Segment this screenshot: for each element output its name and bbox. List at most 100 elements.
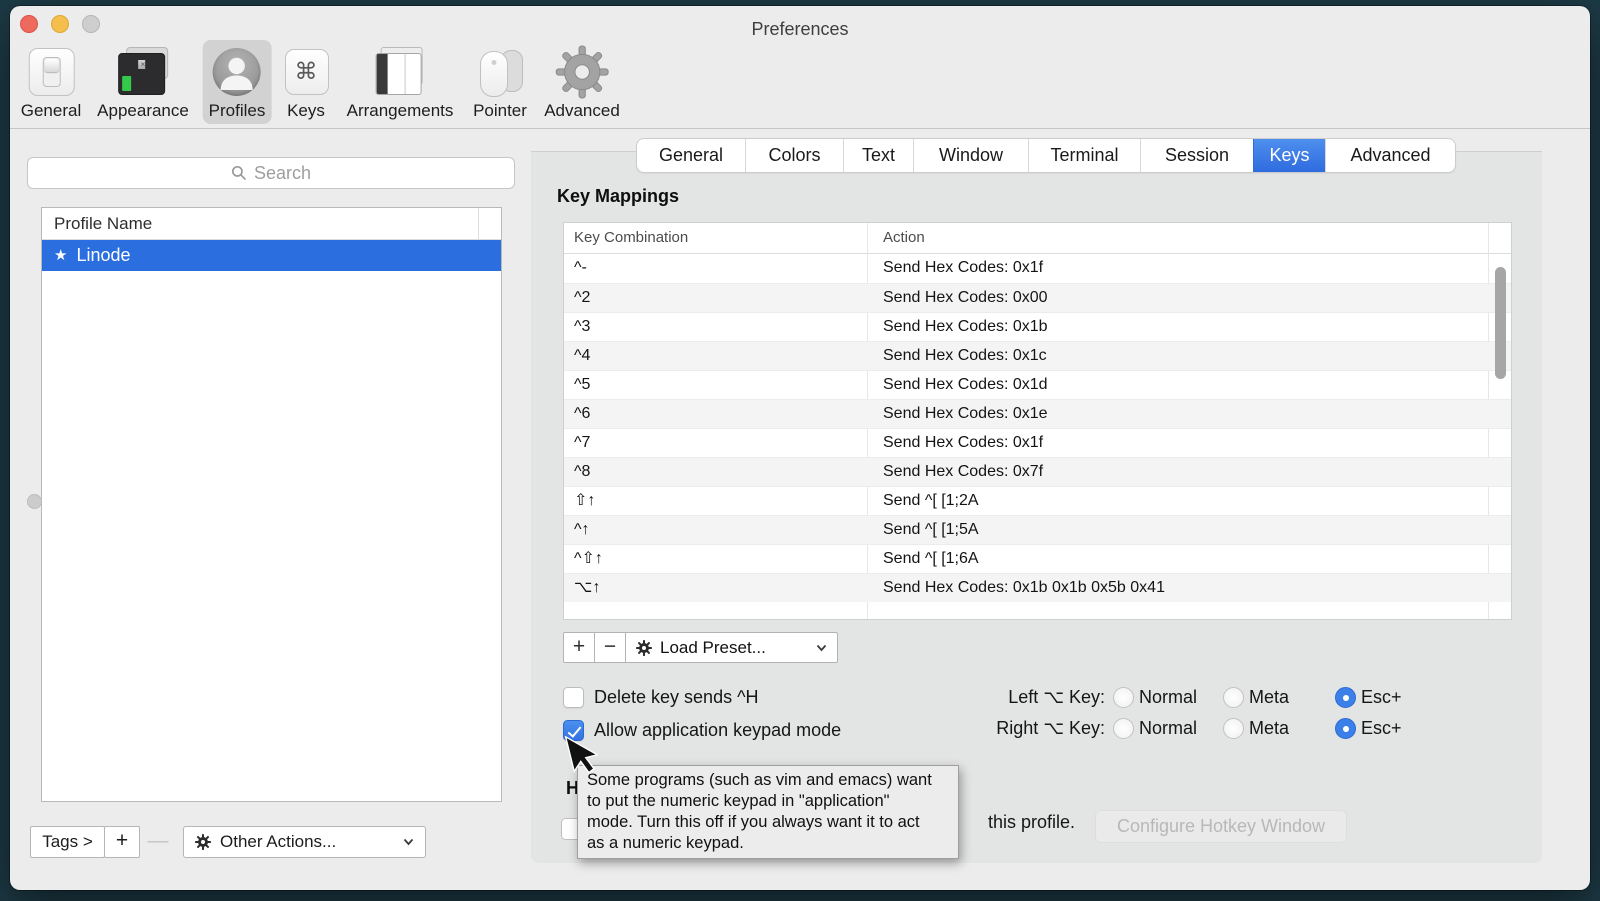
key-combination-cell: ^4 [574,342,590,370]
key-mapping-controls: + − Load Preset... [563,632,838,663]
toolbar-item-keys[interactable]: ⌘ Keys [273,40,339,124]
key-combination-cell: ^2 [574,284,590,312]
chevron-down-icon [403,838,414,846]
delete-key-label: Delete key sends ^H [594,687,759,708]
window-title: Preferences [10,19,1590,40]
key-combination-cell: ⇧↑ [574,487,595,515]
table-row[interactable]: ^6 Send Hex Codes: 0x1e [564,399,1511,428]
gear-icon [195,834,211,850]
table-row[interactable]: ^5 Send Hex Codes: 0x1d [564,370,1511,399]
gear-icon [636,640,652,656]
table-header[interactable]: Key Combination Action [564,223,1511,254]
tab-general[interactable]: General [637,139,745,172]
tab-colors[interactable]: Colors [745,139,843,172]
toolbar-item-advanced[interactable]: Advanced [538,40,626,124]
key-combination-cell: ⌥↑ [574,574,600,602]
table-row[interactable]: ⌥↑ Send Hex Codes: 0x1b 0x1b 0x5b 0x41 [564,573,1511,602]
table-row[interactable]: ^7 Send Hex Codes: 0x1f [564,428,1511,457]
left-option-esc-radio[interactable] [1335,687,1356,708]
right-option-esc-radio[interactable] [1335,718,1356,739]
key-combination-cell: ^7 [574,429,590,457]
remove-profile-button: — [140,826,176,858]
tab-session[interactable]: Session [1140,139,1253,172]
action-cell: Send ^[ [1;2A [883,487,979,515]
chevron-down-icon [816,644,827,652]
toolbar-item-general[interactable]: General [15,40,87,124]
keys-icon: ⌘ [279,44,333,100]
tab-window[interactable]: Window [913,139,1028,172]
table-row[interactable]: ^- Send Hex Codes: 0x1f [564,254,1511,283]
toolbar-item-appearance[interactable]: × Appearance [91,40,195,124]
configure-hotkey-window-button: Configure Hotkey Window [1095,810,1347,843]
load-preset-dropdown[interactable]: Load Preset... [625,632,838,663]
tab-terminal[interactable]: Terminal [1028,139,1140,172]
left-option-key-label: Left ⌥ Key: [935,687,1105,708]
toolbar: General × Appearance Profiles ⌘ [10,38,1590,129]
tab-text[interactable]: Text [843,139,913,172]
tags-button[interactable]: Tags > [30,826,105,858]
key-combination-cell: ^↑ [574,516,590,544]
command-symbol: ⌘ [279,58,333,85]
pointer-icon [473,44,527,100]
action-cell: Send Hex Codes: 0x1c [883,342,1047,370]
profile-list-header[interactable]: Profile Name [42,208,501,240]
profile-row-linode[interactable]: ★ Linode [42,240,501,271]
general-icon [24,44,78,100]
action-cell: Send Hex Codes: 0x00 [883,284,1048,312]
search-input[interactable]: Search [27,157,515,189]
key-combination-cell: ^8 [574,458,590,486]
action-cell: Send ^[ [1;6A [883,545,979,573]
action-cell: Send Hex Codes: 0x1f [883,254,1043,282]
titlebar[interactable]: Preferences [10,6,1590,40]
right-option-normal-radio[interactable] [1113,718,1134,739]
table-row[interactable]: ⇧↑ Send ^[ [1;2A [564,486,1511,515]
remove-mapping-button[interactable]: − [594,632,626,663]
advanced-icon [555,44,609,100]
right-option-key-label: Right ⌥ Key: [935,718,1105,739]
toolbar-item-pointer[interactable]: Pointer [467,40,533,124]
delete-key-checkbox[interactable] [563,687,584,708]
table-row[interactable]: ^8 Send Hex Codes: 0x7f [564,457,1511,486]
add-mapping-button[interactable]: + [563,632,595,663]
preferences-window: Preferences General × Appearance [10,6,1590,890]
key-combination-cell: ^5 [574,371,590,399]
search-placeholder: Search [254,163,311,184]
other-actions-dropdown[interactable]: Other Actions... [183,826,426,858]
tab-keys[interactable]: Keys [1253,139,1325,172]
scrollbar-thumb[interactable] [1495,267,1506,379]
table-row[interactable]: ^↑ Send ^[ [1;5A [564,515,1511,544]
splitter-handle[interactable] [27,494,42,509]
table-row[interactable]: ^2 Send Hex Codes: 0x00 [564,283,1511,312]
right-option-meta-radio[interactable] [1223,718,1244,739]
column-action: Action [883,223,925,253]
table-row[interactable]: ^4 Send Hex Codes: 0x1c [564,341,1511,370]
table-body: ^- Send Hex Codes: 0x1f ^2 Send Hex Code… [564,254,1511,602]
key-combination-cell: ^- [574,254,587,282]
profile-list: Profile Name ★ Linode [41,207,502,802]
profile-name: Linode [76,245,130,266]
action-cell: Send Hex Codes: 0x1e [883,400,1048,428]
add-profile-button[interactable]: + [104,826,140,858]
action-cell: Send Hex Codes: 0x1d [883,371,1048,399]
hotkey-profile-text: this profile. [988,812,1075,833]
key-combination-cell: ^6 [574,400,590,428]
key-mappings-heading: Key Mappings [557,186,679,207]
column-key-combination: Key Combination [574,223,688,253]
action-cell: Send Hex Codes: 0x7f [883,458,1043,486]
star-icon: ★ [54,246,67,264]
table-row[interactable]: ^⇧↑ Send ^[ [1;6A [564,544,1511,573]
profile-tabs: General Colors Text Window Terminal Sess… [637,139,1455,172]
tab-advanced[interactable]: Advanced [1325,139,1455,172]
table-row[interactable]: ^3 Send Hex Codes: 0x1b [564,312,1511,341]
toolbar-item-profiles[interactable]: Profiles [203,40,272,124]
keypad-mode-label: Allow application keypad mode [594,720,841,741]
left-option-normal-radio[interactable] [1113,687,1134,708]
left-option-meta-radio[interactable] [1223,687,1244,708]
key-mappings-table: Key Combination Action ^- Send Hex Codes… [563,222,1512,620]
toolbar-item-arrangements[interactable]: Arrangements [341,40,460,124]
action-cell: Send Hex Codes: 0x1b [883,313,1048,341]
action-cell: Send Hex Codes: 0x1b 0x1b 0x5b 0x41 [883,574,1165,602]
profiles-icon [210,44,264,100]
key-combination-cell: ^⇧↑ [574,545,603,573]
keypad-mode-tooltip: Some programs (such as vim and emacs) wa… [577,765,959,859]
